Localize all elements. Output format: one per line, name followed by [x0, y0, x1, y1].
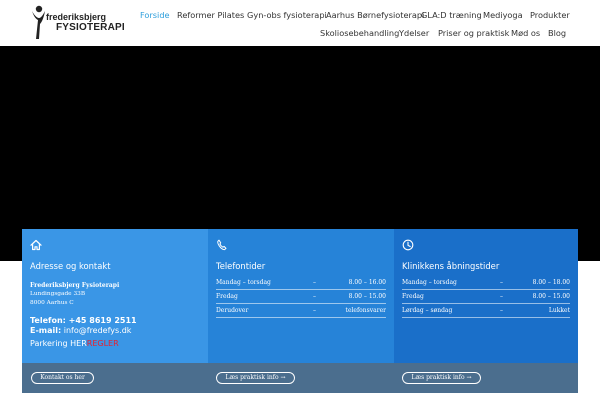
row-day: Fredag: [216, 293, 238, 300]
clinic-email: E-mail: info@fredefys.dk: [30, 326, 131, 335]
nav-skoliosebehandling[interactable]: Skoliosebehandling: [320, 28, 399, 38]
nav-produkter[interactable]: Produkter: [530, 10, 570, 20]
nav-gyn-obs[interactable]: Gyn-obs fysioterapi: [247, 10, 327, 20]
phone-hours-title: Telefontider: [216, 261, 266, 271]
clinic-city: 8000 Aarhus C: [30, 300, 74, 306]
row-separator: –: [313, 307, 316, 314]
nav-mediyoga[interactable]: Mediyoga: [483, 10, 523, 20]
row-day: Lørdag – søndag: [402, 307, 453, 314]
contact-us-button[interactable]: Kontakt os her: [31, 372, 94, 384]
row-time: 8.00 – 16.00: [348, 279, 386, 286]
nav-moed-os[interactable]: Mød os: [511, 28, 540, 38]
row-time: Lukket: [548, 307, 570, 314]
nav-ydelser[interactable]: Ydelser: [399, 28, 429, 38]
email-link[interactable]: info@fredefys.dk: [64, 326, 132, 335]
row-time: 8.00 – 15.00: [532, 293, 570, 300]
address-panel: Adresse og kontakt Frederiksbjerg Fysiot…: [22, 229, 208, 363]
row-separator: –: [500, 293, 503, 300]
row-time: 8.00 – 18.00: [532, 279, 570, 286]
row-separator: –: [313, 279, 316, 286]
nav-boernefysioterapi[interactable]: Aarhus Børnefysioterapi: [326, 10, 424, 20]
site-header: frederiksbjerg FYSIOTERAPI Forside Refor…: [0, 0, 600, 46]
nav-glad-traening[interactable]: GLA:D træning: [421, 10, 482, 20]
row-separator: –: [313, 293, 316, 300]
opening-hours-footer: Læs praktisk info →: [394, 363, 578, 393]
home-icon: [30, 239, 42, 251]
phone-hours-row: Fredag – 8.00 – 15.00: [216, 291, 386, 304]
phone-hours-footer: Læs praktisk info →: [208, 363, 394, 393]
phone-icon: [217, 239, 227, 251]
clock-icon: [402, 239, 414, 251]
nav-blog[interactable]: Blog: [548, 28, 566, 38]
site-logo[interactable]: frederiksbjerg FYSIOTERAPI: [30, 5, 125, 41]
row-day: Mandag – torsdag: [216, 279, 271, 286]
phone-hours-panel: Telefontider Mandag – torsdag – 8.00 – 1…: [208, 229, 394, 363]
row-separator: –: [500, 307, 503, 314]
parking-rules-link[interactable]: REGLER: [87, 339, 119, 348]
clinic-phone[interactable]: Telefon: +45 8619 2511: [30, 316, 137, 325]
clinic-street: Lundingsgade 33B: [30, 291, 86, 297]
clinic-name: Frederiksbjerg Fysioterapi: [30, 282, 120, 289]
row-time: telefonsvarer: [345, 307, 386, 314]
row-day: Fredag: [402, 293, 424, 300]
opening-hours-row: Lørdag – søndag – Lukket: [402, 305, 570, 318]
opening-hours-row: Fredag – 8.00 – 15.00: [402, 291, 570, 304]
phone-hours-row: Mandag – torsdag – 8.00 – 16.00: [216, 277, 386, 290]
row-time: 8.00 – 15.00: [348, 293, 386, 300]
opening-hours-row: Mandag – torsdag – 8.00 – 18.00: [402, 277, 570, 290]
row-day: Mandag – torsdag: [402, 279, 457, 286]
nav-forside[interactable]: Forside: [140, 10, 170, 20]
parking-link[interactable]: Parkering HER: [30, 339, 87, 348]
email-label: E-mail:: [30, 326, 62, 335]
address-panel-title: Adresse og kontakt: [30, 261, 111, 271]
address-panel-footer: Kontakt os her: [22, 363, 208, 393]
read-practical-info-button[interactable]: Læs praktisk info →: [216, 372, 295, 384]
row-separator: –: [500, 279, 503, 286]
logo-figure-icon: [32, 5, 45, 39]
parking-info: Parkering HERREGLER: [30, 339, 119, 348]
opening-hours-panel: Klinikkens åbningstider Mandag – torsdag…: [394, 229, 578, 363]
logo-text-bottom: FYSIOTERAPI: [56, 22, 125, 33]
nav-reformer-pilates[interactable]: Reformer Pilates: [177, 10, 244, 20]
opening-hours-title: Klinikkens åbningstider: [402, 261, 500, 271]
read-practical-info-button[interactable]: Læs praktisk info →: [402, 372, 481, 384]
logo-text-top: frederiksbjerg: [46, 12, 107, 22]
row-day: Derudover: [216, 307, 249, 314]
phone-hours-row: Derudover – telefonsvarer: [216, 305, 386, 318]
nav-priser-og-praktisk[interactable]: Priser og praktisk: [438, 28, 509, 38]
